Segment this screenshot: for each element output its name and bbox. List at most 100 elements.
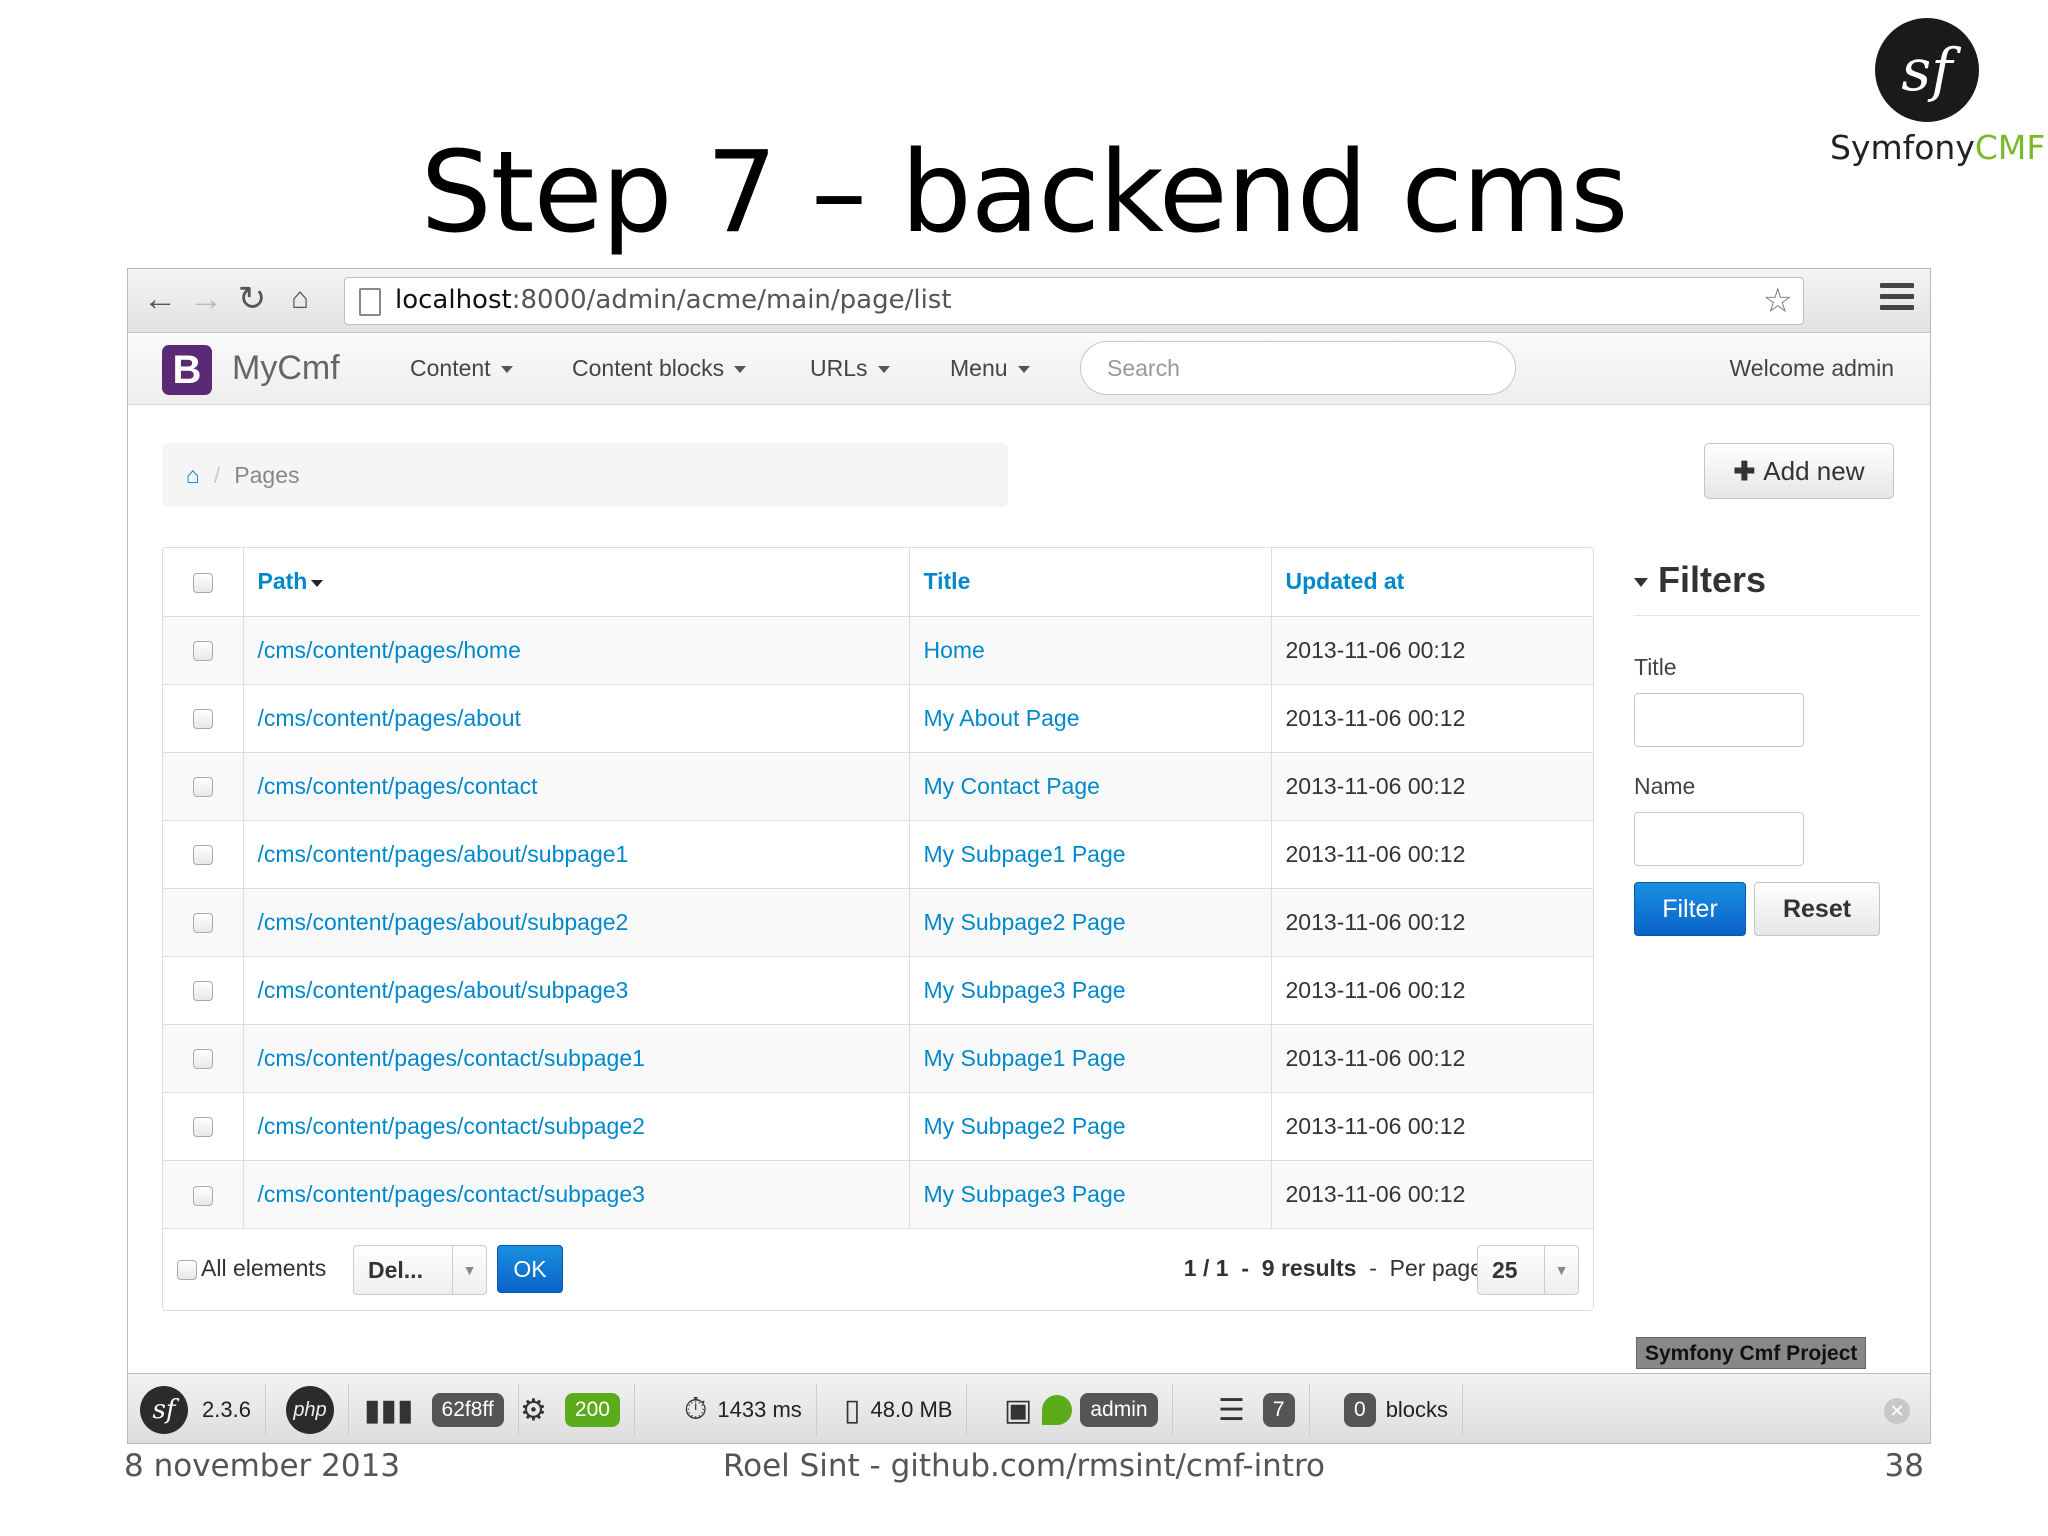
forward-arrow-icon[interactable]: → (186, 279, 226, 319)
row-checkbox[interactable] (192, 709, 213, 730)
row-checkbox[interactable] (192, 1049, 213, 1070)
row-checkbox[interactable] (192, 981, 213, 1002)
title-link[interactable]: My Subpage1 Page (924, 1045, 1126, 1071)
nav-item-label: Content (410, 355, 491, 381)
title-link[interactable]: My Contact Page (924, 773, 1100, 799)
menu-icon[interactable] (1880, 283, 1914, 319)
column-header-path[interactable]: Path (242, 548, 909, 616)
row-checkbox[interactable] (192, 1185, 213, 1206)
sf-db-item[interactable]: ☰ 7 (1218, 1384, 1310, 1436)
pager-info: 1 / 1 - 9 results - Per page (1184, 1255, 1483, 1282)
row-checkbox[interactable] (192, 913, 213, 934)
sf-php-item[interactable]: php (286, 1384, 349, 1436)
path-link[interactable]: /cms/content/pages/about/subpage1 (258, 841, 629, 867)
brand-logo[interactable]: B (162, 345, 212, 395)
updated-at-cell: 2013-11-06 00:12 (1270, 1023, 1593, 1092)
row-checkbox[interactable] (192, 777, 213, 798)
row-checkbox[interactable] (192, 1117, 213, 1138)
title-link[interactable]: My Subpage3 Page (924, 977, 1126, 1003)
path-link[interactable]: /cms/content/pages/contact/subpage3 (258, 1181, 645, 1207)
add-new-label: Add new (1763, 456, 1865, 486)
brand-name[interactable]: MyCmf (232, 349, 340, 388)
logo-text: SymfonyCMF (1830, 128, 2045, 167)
path-link[interactable]: /cms/content/pages/contact (258, 773, 538, 799)
column-header-title[interactable]: Title (908, 548, 1271, 616)
breadcrumb: ⌂ / Pages (162, 443, 1008, 507)
home-icon[interactable]: ⌂ (280, 279, 320, 319)
updated-at-cell: 2013-11-06 00:12 (1270, 1159, 1593, 1228)
all-elements-toggle[interactable]: All elements (177, 1255, 326, 1282)
close-toolbar-icon[interactable]: ✕ (1884, 1398, 1910, 1424)
path-link[interactable]: /cms/content/pages/home (258, 637, 521, 663)
title-cell: My Subpage2 Page (908, 1091, 1271, 1160)
title-link[interactable]: Home (924, 637, 985, 663)
row-select-cell (163, 955, 243, 1024)
plus-icon: ✚ (1733, 456, 1756, 486)
star-icon[interactable]: ☆ (1763, 281, 1793, 321)
title-link[interactable]: My Subpage3 Page (924, 1181, 1126, 1207)
path-link[interactable]: /cms/content/pages/contact/subpage2 (258, 1113, 645, 1139)
page-icon (359, 288, 381, 316)
sf-time-item[interactable]: ⏱ 1433 ms (684, 1384, 817, 1436)
table-footer: All elements Del... ▼ OK 1 / 1 - 9 result… (163, 1228, 1593, 1310)
reset-button[interactable]: Reset (1754, 882, 1880, 936)
sf-memory-item[interactable]: ▯ 48.0 MB (844, 1384, 968, 1436)
table-row: /cms/content/pages/about/subpage3 My Subp… (163, 955, 1593, 1024)
row-select-cell (163, 887, 243, 956)
filters-heading-label: Filters (1658, 559, 1767, 600)
title-link[interactable]: My Subpage2 Page (924, 909, 1126, 935)
per-page-select[interactable]: 25 ▼ (1477, 1245, 1579, 1295)
logo-text-symfony: Symfony (1830, 128, 1975, 167)
filter-button[interactable]: Filter (1634, 882, 1746, 936)
sf-user-item[interactable]: ▣ admin (1004, 1384, 1173, 1436)
request-time: 1433 ms (717, 1397, 802, 1422)
sf-token-item[interactable]: ▮▮▮ 62f8ff (364, 1384, 519, 1436)
select-all-checkbox[interactable] (192, 573, 213, 594)
row-checkbox[interactable] (192, 641, 213, 662)
back-arrow-icon[interactable]: ← (140, 279, 180, 319)
column-header-updated-at[interactable]: Updated at (1270, 548, 1593, 616)
title-link[interactable]: My About Page (924, 705, 1080, 731)
path-cell: /cms/content/pages/contact/subpage3 (242, 1159, 909, 1228)
nav-item-label: URLs (810, 355, 868, 381)
title-link[interactable]: My Subpage2 Page (924, 1113, 1126, 1139)
nav-content-dropdown[interactable]: Content (410, 355, 513, 382)
breadcrumb-current: Pages (234, 462, 300, 488)
nav-content-blocks-dropdown[interactable]: Content blocks (572, 355, 747, 382)
sf-status-item[interactable]: ⚙ 200 (520, 1384, 635, 1436)
blocks-count-badge: 0 (1344, 1393, 1376, 1427)
batch-action-select[interactable]: Del... ▼ (353, 1245, 487, 1295)
welcome-user[interactable]: Welcome admin (1730, 355, 1894, 382)
filter-title-input[interactable] (1634, 693, 1804, 747)
updated-at-cell: 2013-11-06 00:12 (1270, 887, 1593, 956)
pager-dash: - (1241, 1255, 1250, 1281)
title-cell: Home (908, 615, 1271, 684)
filter-name-input[interactable] (1634, 812, 1804, 866)
batch-ok-button[interactable]: OK (497, 1245, 563, 1293)
status-badge: 200 (564, 1393, 620, 1427)
add-new-button[interactable]: ✚ Add new (1704, 443, 1894, 499)
row-checkbox[interactable] (192, 845, 213, 866)
search-input[interactable] (1080, 341, 1516, 395)
nav-menu-dropdown[interactable]: Menu (950, 355, 1030, 382)
path-link[interactable]: /cms/content/pages/about/subpage2 (258, 909, 629, 935)
path-link[interactable]: /cms/content/pages/contact/subpage1 (258, 1045, 645, 1071)
all-elements-checkbox[interactable] (177, 1259, 197, 1280)
user-card-icon: ▣ (1004, 1393, 1033, 1427)
path-link[interactable]: /cms/content/pages/about (258, 705, 521, 731)
home-icon[interactable]: ⌂ (186, 462, 200, 488)
filters-heading[interactable]: Filters (1634, 559, 1920, 616)
nav-item-label: Content blocks (572, 355, 725, 381)
path-cell: /cms/content/pages/about/subpage1 (242, 819, 909, 888)
reload-icon[interactable]: ↻ (232, 279, 272, 319)
sf-version-item[interactable]: sf 2.3.6 (140, 1384, 266, 1436)
address-bar[interactable]: localhost:8000/admin/acme/main/page/list… (344, 277, 1804, 325)
caret-down-icon (1634, 577, 1648, 587)
sf-blocks-item[interactable]: 0 blocks (1344, 1384, 1464, 1436)
database-icon: ☰ (1218, 1393, 1245, 1427)
updated-at-cell: 2013-11-06 00:12 (1270, 615, 1593, 684)
nav-urls-dropdown[interactable]: URLs (810, 355, 890, 382)
path-link[interactable]: /cms/content/pages/about/subpage3 (258, 977, 629, 1003)
title-link[interactable]: My Subpage1 Page (924, 841, 1126, 867)
symfony-logo-icon: sf (1875, 18, 1979, 122)
